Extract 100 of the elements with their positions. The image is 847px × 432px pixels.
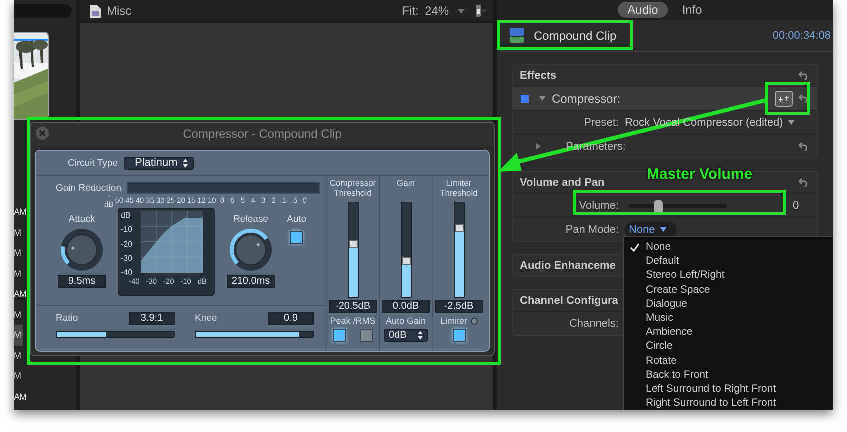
disclosure-triangle[interactable] <box>535 143 542 150</box>
auto-label: Auto <box>287 214 307 225</box>
up-down-arrows-icon <box>418 331 423 340</box>
auto-gain-dropdown[interactable]: 0dB <box>384 329 428 342</box>
preset-label: Preset: <box>583 116 619 128</box>
fader-label: Limiter Threshold <box>439 178 479 200</box>
auto-toggle[interactable] <box>290 231 304 244</box>
menu-item[interactable]: Music <box>624 310 833 326</box>
peak-rms-label: Peak /RMS <box>330 316 376 326</box>
fader-value[interactable]: -2.5dB <box>435 300 483 313</box>
menu-item[interactable]: Stereo Left/Right <box>624 268 833 283</box>
menu-item[interactable]: Default <box>624 254 833 268</box>
inspector-tab[interactable]: Info <box>672 2 712 18</box>
up-down-arrows-icon <box>182 158 188 168</box>
attack-label: Attack <box>68 214 96 225</box>
menu-item-label: Circle <box>646 340 673 352</box>
rms-toggle[interactable] <box>360 329 373 342</box>
annotation-label: Master Volume <box>647 166 753 183</box>
gain-reduction-label: Gain Reduction <box>56 182 122 194</box>
channels-label: Channels: <box>568 318 619 330</box>
section-title: Audio Enhanceme <box>520 260 616 272</box>
browser-row[interactable]: M <box>14 243 23 264</box>
browser-row[interactable]: M <box>14 304 23 325</box>
knee-label: Knee <box>195 313 218 324</box>
graph-axis-label: -10 <box>121 225 134 234</box>
ratio-slider[interactable] <box>56 331 175 338</box>
browser-row[interactable]: M <box>14 264 23 284</box>
menu-item-label: Default <box>646 255 680 268</box>
fader-value[interactable]: -20.5dB <box>329 300 377 313</box>
browser-row[interactable]: M <box>14 325 23 346</box>
ratio-label: Ratio <box>56 313 78 324</box>
menu-item-label: Left Surround to Right Front <box>646 382 776 395</box>
fit-label: Fit: <box>402 4 419 18</box>
menu-item-label: Rotate <box>646 354 677 367</box>
release-value[interactable]: 210.0ms <box>226 275 276 288</box>
menu-item[interactable]: Dialogue <box>624 296 833 311</box>
graph-axis-label: -20 <box>121 240 134 248</box>
ratio-value[interactable]: 3.9:1 <box>129 312 175 325</box>
limiter-toggle[interactable] <box>452 329 466 342</box>
menu-item-label: Right Surround to Left Front <box>646 397 776 410</box>
search-field[interactable] <box>14 4 72 18</box>
circuit-type-label: Circuit Type <box>68 158 118 168</box>
viewer-title: Misc <box>107 4 132 18</box>
pan-mode-dropdown[interactable]: None <box>625 222 678 238</box>
effect-checkbox[interactable] <box>521 94 529 102</box>
menu-item[interactable]: Back to Front <box>624 368 833 382</box>
volume-value: 0 <box>793 200 800 212</box>
reset-icon[interactable] <box>799 142 809 151</box>
menu-item[interactable]: Right Surround to Left Front <box>624 396 833 410</box>
attack-knob[interactable] <box>59 227 105 273</box>
menu-item-label: None <box>646 241 672 254</box>
menu-item[interactable]: Circle <box>624 339 833 354</box>
auto-gain-label: Auto Gain <box>386 316 426 326</box>
menu-item[interactable]: Ambience <box>624 325 833 340</box>
reset-icon[interactable] <box>799 94 809 103</box>
menu-item-label: Back to Front <box>646 368 708 381</box>
menu-item[interactable]: None <box>624 240 833 254</box>
menu-item-label: Stereo Left/Right <box>646 269 725 282</box>
zoom-dropdown[interactable]: 24% <box>424 4 465 18</box>
window-title: Compressor - Compound Clip <box>183 127 342 141</box>
timecode: 00:00:34:08 <box>772 30 831 42</box>
caret-icon <box>660 227 668 232</box>
attack-value[interactable]: 9.5ms <box>58 275 106 288</box>
graph-axis-label: -40 <box>121 268 134 277</box>
release-label: Release <box>234 214 268 225</box>
fader-label: Gain <box>397 178 415 190</box>
fader[interactable] <box>348 203 358 297</box>
reset-icon[interactable] <box>799 178 809 187</box>
menu-item[interactable]: Create Space <box>624 282 833 297</box>
volume-label: Volume: <box>578 200 619 212</box>
menu-item[interactable]: Rotate <box>624 354 833 368</box>
inspector-tab[interactable]: Audio <box>618 2 668 18</box>
section-title: Volume and Pan <box>520 176 605 188</box>
menu-item-label: Ambience <box>646 326 693 338</box>
graph-axis-label: -30 <box>121 254 134 263</box>
reset-icon[interactable] <box>799 71 809 80</box>
browser-row[interactable]: M <box>14 366 23 386</box>
release-knob[interactable] <box>228 227 274 273</box>
clip-name: Compound Clip <box>534 28 617 42</box>
effect-row[interactable]: Compressor: <box>513 86 817 110</box>
fader[interactable] <box>402 203 410 297</box>
menu-item-label: Create Space <box>646 284 710 296</box>
fader-value[interactable]: 0.0dB <box>382 300 430 313</box>
circuit-type-dropdown[interactable]: Platinum <box>124 156 194 170</box>
section-title: Channel Configura <box>520 294 618 306</box>
fader[interactable] <box>454 203 464 297</box>
caret-icon <box>788 120 796 125</box>
highlight-frame <box>765 82 810 115</box>
graph-axis-label: dB <box>121 211 132 220</box>
section-title: Effects <box>520 70 557 82</box>
caret-icon <box>458 8 465 14</box>
peak-toggle[interactable] <box>333 329 346 342</box>
menu-item[interactable]: Left Surround to Right Front <box>624 382 833 396</box>
disclosure-triangle[interactable] <box>539 95 546 102</box>
knee-slider[interactable] <box>195 331 314 338</box>
limiter-label: Limiter <box>440 316 468 326</box>
indicator-icon <box>470 318 478 324</box>
knee-value[interactable]: 0.9 <box>268 312 314 325</box>
browser-row[interactable]: M <box>14 346 23 366</box>
browser-row[interactable]: M <box>14 222 23 243</box>
